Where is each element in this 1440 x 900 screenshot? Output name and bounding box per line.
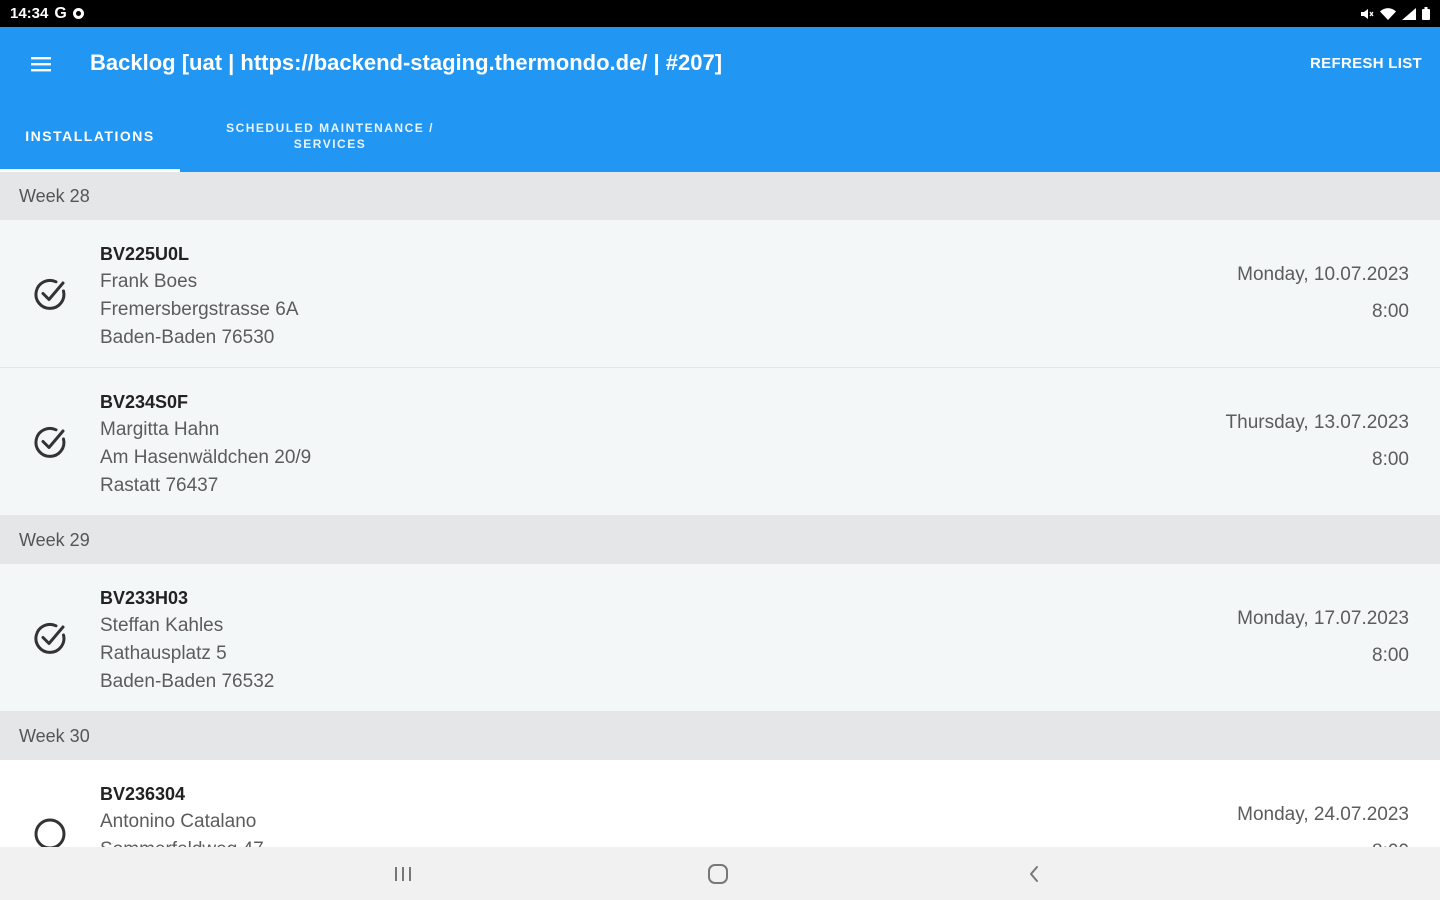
project-code: BV233H03 [100,588,189,608]
page-title: Backlog [uat | https://backend-staging.t… [90,50,723,75]
week-header: Week 29 [0,516,1440,564]
refresh-list-button[interactable]: REFRESH LIST [1310,55,1422,72]
item-schedule: Monday, 10.07.2023 8:00 [1237,262,1409,325]
battery-icon [1422,7,1430,20]
backlog-list[interactable]: Week 28 BV225U0L Frank Boes Fremersbergs… [0,172,1440,847]
item-time: 8:00 [1372,645,1409,666]
item-schedule: Thursday, 13.07.2023 8:00 [1226,410,1409,473]
customer-name: Antonino Catalano [100,811,257,832]
list-item[interactable]: BV236304 Antonino Catalano Sommerfeldweg… [0,760,1440,847]
project-code: BV236304 [100,784,186,804]
customer-street: Rathausplatz 5 [100,643,227,664]
week-label: Week 28 [19,185,90,206]
item-date: Monday, 10.07.2023 [1237,264,1409,285]
item-schedule: Monday, 17.07.2023 8:00 [1237,606,1409,669]
status-left: 14:34 G [10,5,84,23]
customer-name: Margitta Hahn [100,419,220,440]
recents-icon [395,866,411,881]
empty-circle-icon [34,818,66,847]
home-button[interactable] [678,847,758,900]
project-code: BV234S0F [100,392,189,412]
check-circle-icon [34,622,66,654]
customer-name: Steffan Kahles [100,615,224,636]
customer-street: Sommerfeldweg 47 [100,836,264,847]
item-date: Monday, 17.07.2023 [1237,608,1409,629]
tab-installations[interactable]: INSTALLATIONS [0,99,180,172]
item-time: 8:00 [1237,839,1409,847]
customer-street: Am Hasenwäldchen 20/9 [100,447,312,468]
back-button[interactable] [994,847,1074,900]
signal-icon [1402,7,1416,20]
tab-scheduled-maintenance-label: SCHEDULED MAINTENANCE / SERVICES [226,120,434,151]
status-time: 14:34 [10,5,49,22]
system-nav-bar [0,847,1440,900]
week-label: Week 30 [19,725,90,746]
circle-icon [72,8,84,19]
wifi-icon [1380,7,1396,20]
week-header: Week 28 [0,172,1440,220]
home-icon [708,863,728,884]
item-time: 8:00 [1372,449,1409,470]
menu-icon [31,57,51,72]
recents-button[interactable] [363,847,443,900]
customer-name: Frank Boes [100,271,198,292]
item-schedule: Monday, 24.07.2023 8:00 [1237,802,1409,847]
check-circle-icon [34,426,66,458]
list-item[interactable]: BV234S0F Margitta Hahn Am Hasenwäldchen … [0,368,1440,516]
list-item[interactable]: BV233H03 Steffan Kahles Rathausplatz 5 B… [0,564,1440,712]
app-bar: Backlog [uat | https://backend-staging.t… [0,27,1440,172]
mute-icon [1361,8,1374,19]
item-info: BV233H03 Steffan Kahles Rathausplatz 5 B… [100,584,274,696]
customer-city: Baden-Baden 76532 [100,671,275,692]
menu-button[interactable] [22,47,60,81]
list-item[interactable]: BV225U0L Frank Boes Fremersbergstrasse 6… [0,220,1440,368]
tab-scheduled-maintenance[interactable]: SCHEDULED MAINTENANCE / SERVICES [180,99,480,172]
item-info: BV225U0L Frank Boes Fremersbergstrasse 6… [100,240,299,352]
item-date: Monday, 24.07.2023 [1237,804,1409,825]
week-header: Week 30 [0,712,1440,760]
item-time: 8:00 [1372,301,1409,322]
google-icon: G [54,4,67,22]
item-date: Thursday, 13.07.2023 [1225,412,1409,433]
check-circle-icon [34,278,66,310]
project-code: BV225U0L [100,244,190,264]
tab-installations-label: INSTALLATIONS [25,127,155,144]
item-info: BV234S0F Margitta Hahn Am Hasenwäldchen … [100,388,311,500]
customer-street: Fremersbergstrasse 6A [100,299,299,320]
week-label: Week 29 [19,529,90,550]
tab-bar: INSTALLATIONS SCHEDULED MAINTENANCE / SE… [0,99,480,172]
customer-city: Baden-Baden 76530 [100,327,275,348]
customer-city: Rastatt 76437 [100,475,219,496]
status-right [1360,7,1430,20]
item-info: BV236304 Antonino Catalano Sommerfeldweg… [100,780,264,847]
status-bar: 14:34 G [0,0,1440,27]
back-icon [1030,865,1038,882]
